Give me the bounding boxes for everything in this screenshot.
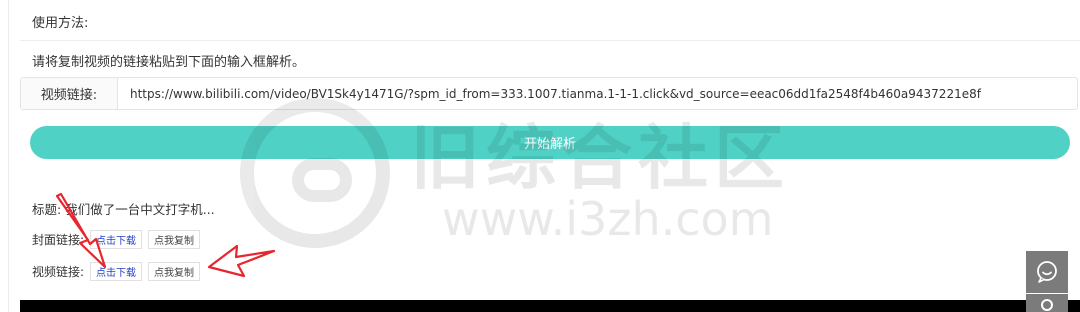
video-player-area	[20, 300, 1080, 312]
usage-title: 使用方法:	[32, 16, 89, 31]
video-copy-button[interactable]: 点我复制	[148, 262, 201, 281]
result-title-label: 标题:	[32, 202, 62, 217]
video-link-label: 视频链接:	[21, 78, 118, 109]
watermark-logo-icon	[240, 98, 390, 248]
result-video-row: 视频链接: 点击下载 点我复制	[32, 262, 201, 281]
video-link-field: 视频链接:	[20, 77, 1078, 110]
page: 使用方法: 请将复制视频的链接粘贴到下面的输入框解析。 视频链接: 开始解析 旧…	[0, 0, 1080, 312]
side-user-button[interactable]	[1026, 294, 1068, 312]
video-link-input[interactable]	[118, 78, 1077, 109]
cover-copy-button[interactable]: 点我复制	[148, 230, 201, 249]
chat-bubble-icon	[1037, 261, 1057, 283]
cover-link-label: 封面链接:	[32, 233, 85, 247]
result-title-value: 我们做了一台中文打字机...	[65, 202, 215, 217]
left-border	[8, 0, 9, 312]
divider	[20, 40, 1080, 41]
video-download-button[interactable]: 点击下载	[90, 262, 143, 281]
user-icon	[1041, 299, 1053, 311]
start-parse-button[interactable]: 开始解析	[30, 126, 1070, 159]
watermark: 旧综合社区 www.i3zh.com	[240, 92, 860, 252]
annotation-arrow-left-icon	[207, 244, 276, 278]
feedback-chat-button[interactable]	[1026, 251, 1068, 293]
result-cover-row: 封面链接: 点击下载 点我复制	[32, 230, 201, 249]
result-title-row: 标题: 我们做了一台中文打字机...	[32, 199, 215, 218]
watermark-url: www.i3zh.com	[442, 192, 774, 246]
video-link-result-label: 视频链接:	[32, 265, 85, 279]
cover-download-button[interactable]: 点击下载	[90, 230, 143, 249]
instruction-text: 请将复制视频的链接粘贴到下面的输入框解析。	[32, 55, 306, 70]
